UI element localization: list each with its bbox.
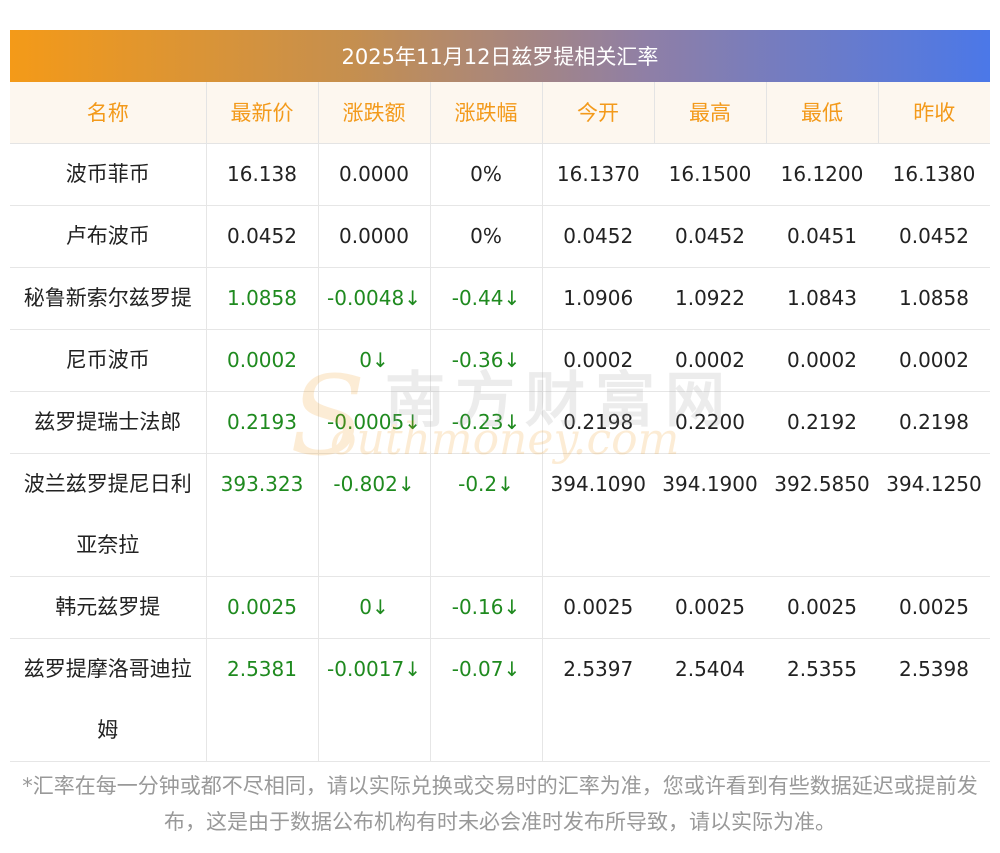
row-name: 卢布波币	[10, 205, 207, 268]
row-name: 波币菲币	[10, 143, 207, 206]
row-prev: 0.0002	[878, 329, 990, 392]
row-name: 波兰兹罗提尼日利亚奈拉	[10, 453, 207, 577]
row-high: 0.2200	[654, 391, 766, 454]
row-latest: 0.0002	[206, 329, 319, 392]
table-row: 兹罗提瑞士法郎 0.2193 -0.0005↓ -0.23↓ 0.2198 0.…	[10, 391, 990, 454]
row-latest: 0.2193	[206, 391, 319, 454]
row-pct: -0.44↓	[430, 267, 543, 330]
row-name: 尼币波币	[10, 329, 207, 392]
header-prev: 昨收	[878, 82, 990, 144]
row-prev: 0.2198	[878, 391, 990, 454]
header-low: 最低	[766, 82, 879, 144]
row-low: 1.0843	[766, 267, 878, 330]
table-row: 韩元兹罗提 0.0025 0↓ -0.16↓ 0.0025 0.0025 0.0…	[10, 576, 990, 639]
row-prev: 1.0858	[878, 267, 990, 330]
header-latest: 最新价	[206, 82, 319, 144]
row-high: 0.0452	[654, 205, 766, 268]
row-latest: 2.5381	[206, 638, 319, 762]
row-low: 0.0025	[766, 576, 878, 639]
row-prev: 0.0025	[878, 576, 990, 639]
row-prev: 0.0452	[878, 205, 990, 268]
header-change: 涨跌额	[318, 82, 431, 144]
row-name: 秘鲁新索尔兹罗提	[10, 267, 207, 330]
table-header-row: 名称 最新价 涨跌额 涨跌幅 今开 最高 最低 昨收	[10, 82, 990, 144]
row-latest: 1.0858	[206, 267, 319, 330]
row-pct: 0%	[430, 143, 543, 206]
table-title: 2025年11月12日兹罗提相关汇率	[10, 30, 990, 82]
row-latest: 16.138	[206, 143, 319, 206]
row-prev: 16.1380	[878, 143, 990, 206]
row-latest: 0.0025	[206, 576, 319, 639]
table-row: 卢布波币 0.0452 0.0000 0% 0.0452 0.0452 0.04…	[10, 205, 990, 268]
row-open: 16.1370	[542, 143, 654, 206]
row-open: 394.1090	[542, 453, 654, 577]
row-change: -0.0005↓	[318, 391, 431, 454]
row-change: 0↓	[318, 329, 431, 392]
row-low: 0.2192	[766, 391, 878, 454]
row-latest: 0.0452	[206, 205, 319, 268]
row-name: 韩元兹罗提	[10, 576, 207, 639]
row-prev: 2.5398	[878, 638, 990, 762]
table-row: 波币菲币 16.138 0.0000 0% 16.1370 16.1500 16…	[10, 143, 990, 206]
row-change: -0.802↓	[318, 453, 431, 577]
row-open: 0.0025	[542, 576, 654, 639]
header-pct: 涨跌幅	[430, 82, 543, 144]
row-pct: -0.23↓	[430, 391, 543, 454]
rates-table: 名称 最新价 涨跌额 涨跌幅 今开 最高 最低 昨收 波币菲币 16.138 0…	[10, 82, 990, 762]
row-open: 2.5397	[542, 638, 654, 762]
table-row: 秘鲁新索尔兹罗提 1.0858 -0.0048↓ -0.44↓ 1.0906 1…	[10, 267, 990, 330]
header-high: 最高	[654, 82, 767, 144]
row-change: 0.0000	[318, 205, 431, 268]
row-open: 0.2198	[542, 391, 654, 454]
row-low: 2.5355	[766, 638, 878, 762]
row-latest: 393.323	[206, 453, 319, 577]
header-name: 名称	[10, 82, 207, 144]
rates-panel: 2025年11月12日兹罗提相关汇率 名称 最新价 涨跌额 涨跌幅 今开 最高 …	[10, 30, 990, 762]
row-high: 0.0002	[654, 329, 766, 392]
header-open: 今开	[542, 82, 655, 144]
row-name: 兹罗提摩洛哥迪拉姆	[10, 638, 207, 762]
row-change: 0↓	[318, 576, 431, 639]
row-name: 兹罗提瑞士法郎	[10, 391, 207, 454]
row-change: -0.0017↓	[318, 638, 431, 762]
row-high: 394.1900	[654, 453, 766, 577]
row-change: 0.0000	[318, 143, 431, 206]
row-pct: -0.36↓	[430, 329, 543, 392]
row-low: 0.0451	[766, 205, 878, 268]
row-low: 16.1200	[766, 143, 878, 206]
table-row: 波兰兹罗提尼日利亚奈拉 393.323 -0.802↓ -0.2↓ 394.10…	[10, 453, 990, 577]
row-high: 0.0025	[654, 576, 766, 639]
row-pct: 0%	[430, 205, 543, 268]
row-high: 2.5404	[654, 638, 766, 762]
row-open: 0.0002	[542, 329, 654, 392]
row-pct: -0.2↓	[430, 453, 543, 577]
table-row: 尼币波币 0.0002 0↓ -0.36↓ 0.0002 0.0002 0.00…	[10, 329, 990, 392]
row-low: 392.5850	[766, 453, 878, 577]
row-prev: 394.1250	[878, 453, 990, 577]
row-pct: -0.07↓	[430, 638, 543, 762]
row-high: 1.0922	[654, 267, 766, 330]
row-change: -0.0048↓	[318, 267, 431, 330]
row-low: 0.0002	[766, 329, 878, 392]
row-high: 16.1500	[654, 143, 766, 206]
row-open: 1.0906	[542, 267, 654, 330]
table-row: 兹罗提摩洛哥迪拉姆 2.5381 -0.0017↓ -0.07↓ 2.5397 …	[10, 638, 990, 762]
row-open: 0.0452	[542, 205, 654, 268]
row-pct: -0.16↓	[430, 576, 543, 639]
disclaimer-note: *汇率在每一分钟或都不尽相同，请以实际兑换或交易时的汇率为准，您或许看到有些数据…	[22, 774, 978, 834]
